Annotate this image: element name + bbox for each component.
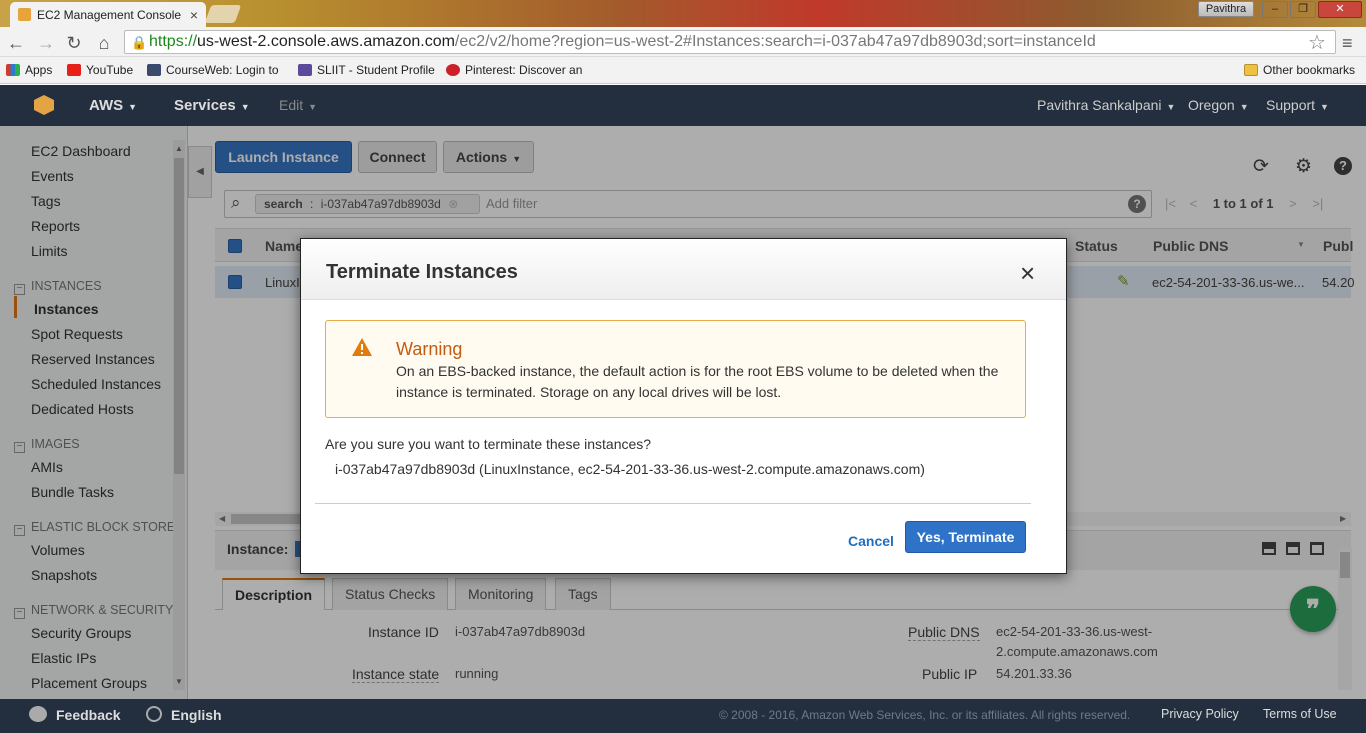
confirmation-question: Are you sure you want to terminate these…	[325, 436, 652, 452]
bookmark-apps[interactable]: Apps	[6, 63, 52, 77]
edit-menu-label: Edit	[279, 97, 304, 113]
close-icon[interactable]: ×	[1020, 258, 1035, 289]
courseweb-icon	[147, 64, 161, 76]
terms-of-use-link[interactable]: Terms of Use	[1263, 707, 1337, 721]
copyright-text: © 2008 - 2016, Amazon Web Services, Inc.…	[719, 708, 1131, 722]
cancel-button[interactable]: Cancel	[848, 533, 894, 549]
pinterest-icon	[446, 64, 460, 76]
bookmark-label: YouTube	[86, 63, 134, 77]
lock-icon: 🔒	[131, 35, 148, 50]
bookmark-label: CourseWeb: Login to	[166, 63, 279, 77]
maximize-window-button[interactable]: ❐	[1290, 1, 1316, 18]
dialog-divider	[315, 503, 1031, 504]
chevron-down-icon: ▼	[128, 102, 138, 112]
forward-arrow-icon[interactable]: →	[36, 33, 56, 54]
other-bookmarks[interactable]: Other bookmarks	[1244, 63, 1355, 77]
chevron-down-icon: ▼	[308, 102, 318, 112]
user-menu[interactable]: Pavithra Sankalpani ▼	[1037, 97, 1175, 113]
minimize-window-button[interactable]: –	[1262, 1, 1288, 18]
yes-terminate-button[interactable]: Yes, Terminate	[905, 521, 1026, 553]
globe-icon	[146, 706, 162, 722]
language-selector[interactable]: English	[171, 707, 222, 723]
bookmarks-bar: Apps YouTube CourseWeb: Login to SLIIT -…	[0, 57, 1366, 84]
aws-menu-label: AWS	[89, 97, 124, 114]
chevron-down-icon: ▼	[1166, 102, 1176, 112]
warning-title: Warning	[396, 339, 463, 359]
support-menu[interactable]: Support ▼	[1266, 97, 1329, 113]
url-scheme: https://	[149, 33, 198, 50]
bookmark-pinterest[interactable]: Pinterest: Discover an	[446, 63, 586, 77]
home-icon[interactable]: ⌂	[94, 33, 114, 54]
services-menu-label: Services	[174, 97, 236, 114]
bookmark-label: SLIIT - Student Profile	[317, 63, 435, 77]
feedback-bubble-icon	[29, 706, 47, 722]
feedback-link[interactable]: Feedback	[56, 707, 121, 723]
reload-icon[interactable]: ↻	[64, 33, 84, 54]
aws-cube-logo-icon[interactable]	[34, 95, 54, 115]
url-path: /ec2/v2/home?region=us-west-2#Instances:…	[454, 33, 1096, 50]
chevron-down-icon: ▼	[1239, 102, 1249, 112]
warning-text: On an EBS-backed instance, the default a…	[396, 363, 999, 400]
youtube-icon	[67, 64, 81, 76]
back-arrow-icon[interactable]: ←	[6, 33, 26, 54]
other-bookmarks-label: Other bookmarks	[1263, 63, 1356, 77]
browser-tab[interactable]: EC2 Management Console ×	[10, 2, 206, 27]
region-menu[interactable]: Oregon ▼	[1188, 97, 1249, 113]
sliit-icon	[298, 64, 312, 76]
chevron-down-icon: ▼	[1320, 102, 1329, 112]
services-menu[interactable]: Services ▼	[174, 97, 250, 114]
support-menu-label: Support	[1266, 97, 1316, 113]
privacy-policy-link[interactable]: Privacy Policy	[1161, 707, 1239, 721]
tab-close-icon[interactable]: ×	[190, 7, 198, 23]
chevron-down-icon: ▼	[240, 102, 250, 112]
dialog-title: Terminate Instances	[326, 261, 518, 283]
console-footer: Feedback English © 2008 - 2016, Amazon W…	[0, 699, 1366, 733]
region-menu-label: Oregon	[1188, 97, 1235, 113]
folder-icon	[1244, 64, 1258, 76]
bookmark-courseweb[interactable]: CourseWeb: Login to	[147, 63, 287, 77]
bookmark-label: Pinterest: Discover an	[465, 63, 583, 77]
apps-grid-icon	[6, 64, 20, 76]
url-input[interactable]: 🔒 https://us-west-2.console.aws.amazon.c…	[124, 30, 1336, 54]
aws-favicon-icon	[18, 8, 31, 21]
bookmark-label: Apps	[25, 63, 53, 77]
edit-menu[interactable]: Edit ▼	[279, 97, 317, 113]
browser-profile-badge[interactable]: Pavithra	[1198, 1, 1254, 17]
bookmark-star-icon[interactable]: ☆	[1308, 30, 1326, 55]
bookmark-youtube[interactable]: YouTube	[67, 63, 133, 77]
user-menu-label: Pavithra Sankalpani	[1037, 97, 1162, 113]
url-host: us-west-2.console.aws.amazon.com	[197, 33, 455, 50]
aws-menu[interactable]: AWS ▼	[89, 97, 137, 114]
browser-tab-title: EC2 Management Console	[37, 7, 182, 22]
browser-menu-icon[interactable]: ≡	[1342, 33, 1353, 54]
bookmark-sliit[interactable]: SLIIT - Student Profile	[298, 63, 435, 77]
instance-to-terminate: i-037ab47a97db8903d (LinuxInstance, ec2-…	[335, 461, 925, 477]
warning-triangle-icon	[352, 338, 372, 356]
aws-console-header: AWS ▼ Services ▼ Edit ▼ Pavithra Sankalpani…	[0, 85, 1366, 126]
close-window-button[interactable]: ✕	[1318, 1, 1362, 18]
